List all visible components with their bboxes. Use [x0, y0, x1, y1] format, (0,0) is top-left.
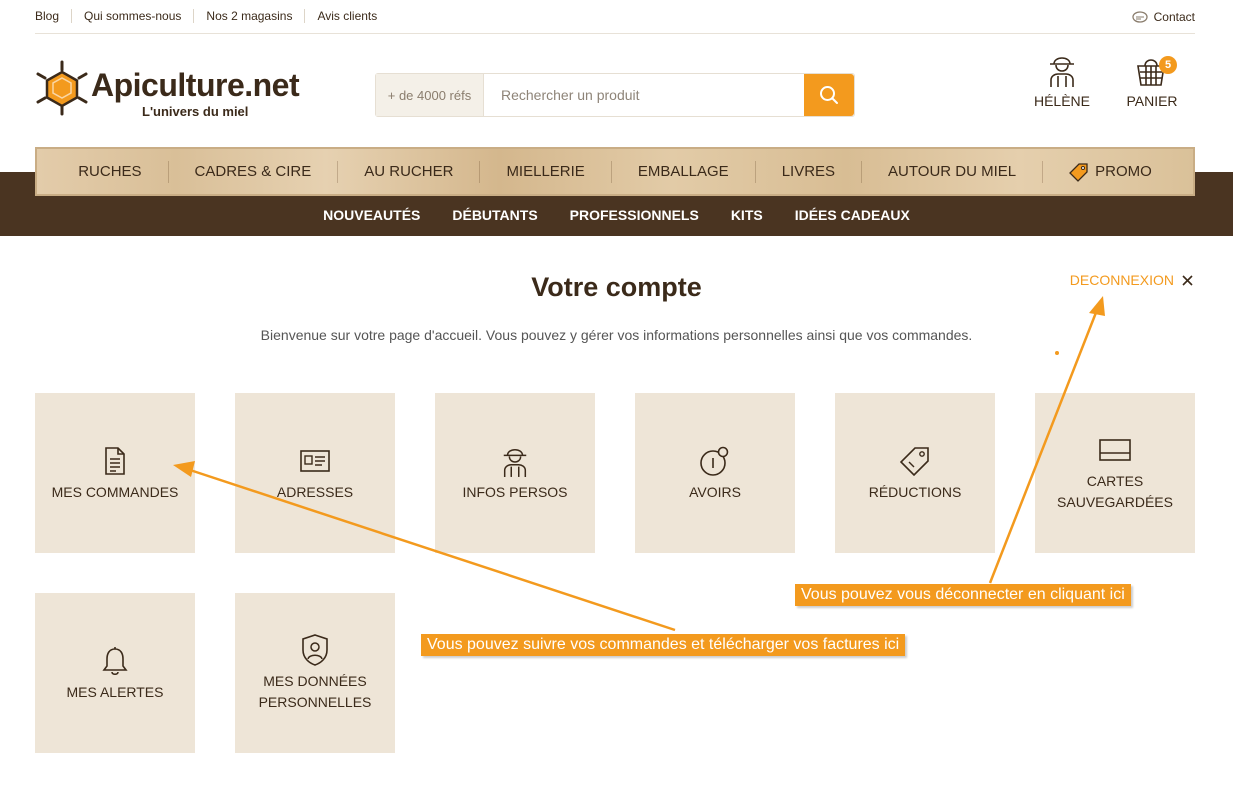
logout-button[interactable]: DECONNEXION [1070, 272, 1193, 288]
nav-item-miellerie[interactable]: MIELLERIE [479, 160, 610, 183]
tile-label: MES ALERTES [66, 683, 164, 700]
subnav-item-debutants[interactable]: DÉBUTANTS [436, 200, 553, 230]
cart-button[interactable]: 5 PANIER [1117, 52, 1187, 109]
logo-name: Apiculture.net [91, 67, 300, 103]
sub-nav: NOUVEAUTÉS DÉBUTANTS PROFESSIONNELS KITS… [0, 200, 1233, 230]
hexagon-logo-icon [36, 60, 88, 116]
tile-label: MES COMMANDES [51, 483, 179, 500]
tile-cartes-sauvegardees[interactable]: CARTES SAUVEGARDÉES [1035, 393, 1195, 553]
page-title: Votre compte [531, 272, 702, 302]
subnav-item-nouveautes[interactable]: NOUVEAUTÉS [307, 200, 436, 230]
tag-icon [1069, 162, 1088, 182]
logout-label: DECONNEXION [1069, 272, 1174, 288]
account-label: HÉLÈNE [1033, 93, 1091, 109]
top-link-reviews[interactable]: Avis clients [304, 9, 389, 23]
tag-icon [900, 446, 929, 476]
card-icon [1099, 439, 1131, 461]
tile-infos-persos[interactable]: INFOS PERSOS [435, 393, 595, 553]
nav-item-cadres[interactable]: CADRES & CIRE [167, 160, 338, 183]
annotation-orders: Vous pouvez suivre vos commandes et télé… [421, 634, 906, 656]
close-icon [1182, 274, 1193, 286]
cart-count-badge: 5 [1159, 56, 1177, 74]
tile-label: MES DONNÉES PERSONNELLES [258, 673, 372, 710]
tile-mes-alertes[interactable]: MES ALERTES [35, 593, 195, 753]
chat-icon [1131, 10, 1148, 23]
nav-item-promo-label: PROMO [1095, 162, 1152, 180]
subnav-item-idees-cadeaux[interactable]: IDÉES CADEAUX [779, 200, 926, 230]
search-input[interactable] [484, 74, 804, 116]
site-logo[interactable]: Apiculture.net L'univers du miel [35, 58, 305, 120]
document-icon [105, 446, 125, 475]
nav-item-ruches[interactable]: RUCHES [52, 161, 167, 183]
top-link-blog[interactable]: Blog [35, 9, 71, 23]
cart-label: PANIER [1126, 93, 1178, 109]
shield-user-icon [302, 634, 328, 666]
contact-label: Contact [1153, 10, 1195, 24]
beekeeper-icon [1050, 57, 1074, 87]
search-button[interactable] [804, 74, 854, 116]
nav-item-rucher[interactable]: AU RUCHER [337, 160, 479, 183]
top-link-stores[interactable]: Nos 2 magasins [193, 9, 304, 23]
tile-mes-commandes[interactable]: MES COMMANDES [35, 393, 195, 553]
tile-reductions[interactable]: RÉDUCTIONS [835, 393, 995, 553]
top-link-about[interactable]: Qui sommes-nous [71, 9, 193, 23]
contact-link[interactable]: Contact [1131, 10, 1195, 24]
tile-label: RÉDUCTIONS [868, 483, 962, 500]
bell-icon [102, 646, 128, 675]
top-links: Blog Qui sommes-nous Nos 2 magasins Avis… [35, 9, 389, 23]
tile-mes-donnees-personnelles[interactable]: MES DONNÉES PERSONNELLES [235, 593, 395, 753]
beekeeper-icon [503, 448, 527, 477]
subnav-item-professionnels[interactable]: PROFESSIONNELS [554, 200, 715, 230]
tile-label: CARTES SAUVEGARDÉES [1057, 473, 1173, 510]
tile-label: AVOIRS [689, 483, 741, 500]
nav-item-promo[interactable]: PROMO [1042, 160, 1178, 183]
tile-adresses[interactable]: ADRESSES [235, 393, 395, 553]
id-card-icon [300, 449, 330, 472]
welcome-text: Bienvenue sur votre page d'accueil. Vous… [260, 327, 973, 343]
search-icon [820, 86, 838, 104]
logo-tagline: L'univers du miel [142, 104, 249, 119]
tile-label: ADRESSES [276, 483, 354, 500]
search-bar: + de 4000 réfs [375, 73, 855, 117]
nav-item-autour-du-miel[interactable]: AUTOUR DU MIEL [861, 160, 1042, 183]
nav-item-livres[interactable]: LIVRES [754, 160, 861, 183]
main-nav: RUCHES CADRES & CIRE AU RUCHER MIELLERIE… [35, 147, 1195, 196]
subnav-item-kits[interactable]: KITS [715, 200, 779, 230]
tile-label: INFOS PERSOS [462, 483, 568, 500]
top-bar: Blog Qui sommes-nous Nos 2 magasins Avis… [35, 0, 1195, 34]
nav-item-emballage[interactable]: EMBALLAGE [610, 160, 755, 183]
account-button[interactable]: HÉLÈNE [1027, 52, 1097, 109]
search-refs-label: + de 4000 réfs [376, 74, 484, 116]
tile-avoirs[interactable]: AVOIRS [635, 393, 795, 553]
annotation-logout: Vous pouvez vous déconnecter en cliquant… [795, 584, 1131, 606]
credit-icon [700, 446, 729, 476]
